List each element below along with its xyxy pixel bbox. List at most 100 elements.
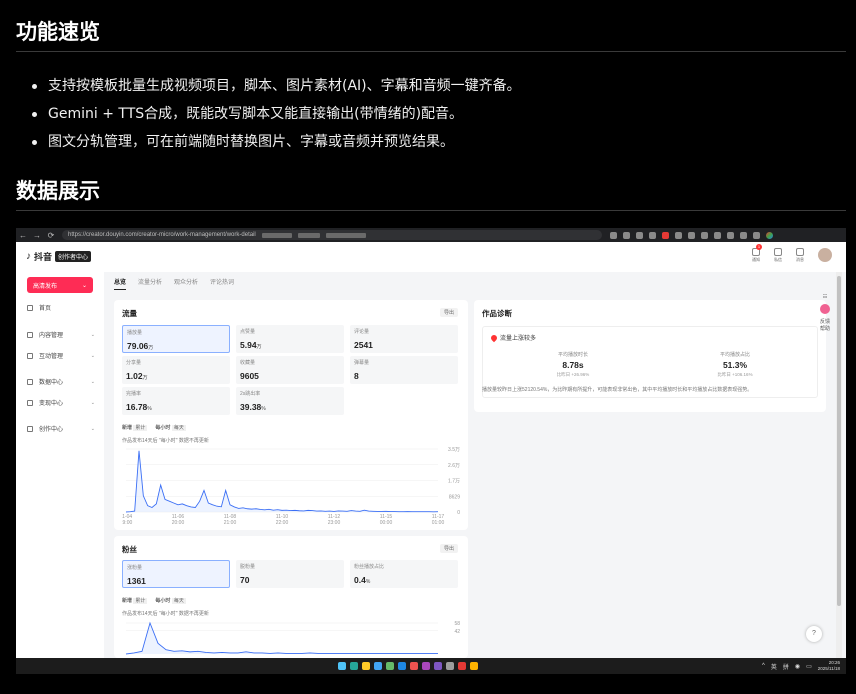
menu-icon[interactable] (753, 231, 760, 239)
tab-comment-words[interactable]: 评论热词 (210, 277, 234, 289)
app-icon[interactable] (410, 662, 418, 670)
message-button[interactable]: 私信 (774, 248, 782, 263)
profile-icon[interactable] (740, 231, 747, 239)
metric-value: 2541 (354, 340, 373, 350)
back-icon[interactable]: ← (16, 231, 30, 240)
notification-button[interactable]: 1 通知 (752, 244, 762, 263)
metric-label: 脱粉量 (240, 564, 256, 570)
metric-new-fans[interactable]: 涨粉量 1361 (122, 560, 230, 588)
extension-icon[interactable] (688, 231, 695, 239)
address-bar[interactable]: https://creator.douyin.com/creator-micro… (62, 230, 602, 240)
assistant-icon[interactable] (820, 304, 830, 314)
battery-icon[interactable]: ▭ (806, 663, 812, 670)
stat-compare: 比昨日 +106.16% (717, 372, 753, 377)
metric-shares[interactable]: 分享量 1.02万 (122, 356, 230, 384)
music-note-icon: ♪ (26, 251, 31, 262)
sidebar-item-data[interactable]: 数据中心 ⌄ (27, 377, 95, 386)
app-icon[interactable] (458, 662, 466, 670)
avatar[interactable] (818, 248, 832, 262)
help-button[interactable]: ? (806, 626, 822, 642)
chevron-down-icon: ⌄ (90, 378, 95, 385)
start-icon[interactable] (338, 662, 346, 670)
sidebar-item-monetize[interactable]: 变现中心 ⌄ (27, 398, 95, 407)
extension-icon[interactable] (675, 231, 682, 239)
toggle-daily[interactable]: 每天 (171, 425, 186, 431)
app-icon[interactable] (422, 662, 430, 670)
card-title: 作品诊断 (482, 309, 512, 318)
sidebar-item-create[interactable]: 创作中心 ⌄ (27, 424, 95, 433)
folder-icon[interactable] (362, 662, 370, 670)
app-icon[interactable] (398, 662, 406, 670)
export-button[interactable]: 导出 (439, 308, 458, 317)
metric-likes[interactable]: 点赞量 5.94万 (236, 325, 344, 353)
metric-completion-rate[interactable]: 完播率 16.78% (122, 387, 230, 415)
forward-icon[interactable]: → (30, 231, 44, 240)
title-divider (16, 210, 846, 211)
toggle-new[interactable]: 新增 累计 (122, 597, 148, 604)
tab-overview[interactable]: 总览 (114, 277, 127, 290)
extension-icon[interactable] (662, 231, 669, 239)
metric-bounce-rate[interactable]: 2s跳出率 39.38% (236, 387, 344, 415)
toggle-daily[interactable]: 每天 (171, 598, 186, 604)
ime-label[interactable]: 英 (771, 662, 777, 671)
metric-lost-fans[interactable]: 脱粉量 70 (236, 560, 344, 588)
browser-icon[interactable] (386, 662, 394, 670)
x-tick-label: 21:00 (224, 520, 237, 526)
metric-unit: 万 (142, 375, 148, 381)
sidebar-item-interaction[interactable]: 互动管理 ⌄ (27, 351, 95, 360)
help-label[interactable]: 帮助 (816, 325, 834, 332)
feature-item: 图文分轨管理，可在前端随时替换图片、字幕或音频并预览结果。 (30, 128, 830, 156)
feedback-icon[interactable]: ☷ (816, 294, 834, 300)
app-header: ♪ 抖音 创作者中心 1 通知 私信 消息 (16, 242, 846, 272)
export-button[interactable]: 导出 (439, 544, 458, 553)
tab-audience[interactable]: 观众分析 (174, 277, 198, 289)
app-icon[interactable] (434, 662, 442, 670)
media-icon[interactable] (727, 231, 734, 239)
y-tick-label: 8629 (449, 494, 460, 500)
feedback-label[interactable]: 反馈 (816, 318, 834, 325)
metric-favorites[interactable]: 收藏量 9605 (236, 356, 344, 384)
scrollbar[interactable] (836, 272, 842, 662)
reload-icon[interactable]: ⟳ (44, 231, 58, 240)
sidebar: 高清发布 ⌄ 首页 内容管理 ⌄ 互动管理 ⌄ 数据中心 ⌄ 变现中心 ⌄ 创作… (16, 272, 104, 674)
toggle-cumulative[interactable]: 累计 (133, 425, 148, 431)
taskbar-apps (338, 662, 478, 670)
toggle-new[interactable]: 新增 累计 (122, 424, 148, 431)
app-icon[interactable] (446, 662, 454, 670)
extension-icon[interactable] (636, 231, 643, 239)
chevron-up-icon[interactable]: ^ (762, 663, 765, 669)
ime-mode-label[interactable]: 拼 (783, 662, 789, 671)
news-button[interactable]: 消息 (796, 248, 804, 263)
douyin-logo[interactable]: ♪ 抖音 创作者中心 (26, 250, 92, 263)
stat-compare: 比昨日 +26.96% (556, 372, 590, 377)
sidebar-item-home[interactable]: 首页 (27, 303, 95, 312)
toggle-hourly[interactable]: 每小时 每天 (155, 424, 186, 431)
clock[interactable]: 20:26 2025/11/18 (818, 660, 840, 672)
redacted-url (297, 232, 320, 238)
app-icon[interactable] (374, 662, 382, 670)
metric-label: 分享量 (126, 360, 142, 366)
chrome-ai-icon[interactable] (766, 231, 773, 239)
metric-plays[interactable]: 播放量 79.06万 (122, 325, 230, 353)
extension-icon[interactable] (701, 231, 708, 239)
app-icon[interactable] (350, 662, 358, 670)
tab-traffic[interactable]: 流量分析 (138, 277, 162, 289)
bookmark-icon[interactable] (623, 231, 630, 239)
wifi-icon[interactable]: ◉ (795, 663, 800, 670)
metric-comments[interactable]: 评论量 2541 (350, 325, 458, 353)
toggle-cumulative[interactable]: 累计 (133, 598, 148, 604)
location-pin-icon (489, 333, 499, 342)
download-icon[interactable] (714, 231, 721, 239)
metric-danmaku[interactable]: 弹幕量 8 (350, 356, 458, 384)
metric-label: 点赞量 (240, 329, 256, 335)
metric-fan-play-ratio[interactable]: 粉丝播放占比 0.4% (350, 560, 458, 588)
header-actions: 1 通知 私信 消息 (752, 244, 832, 263)
diagnosis-card: 作品诊断 流量上涨较多 平均播放时长 8.78s 比昨日 +26.96% 平均播… (474, 300, 826, 412)
scrollbar-thumb[interactable] (837, 276, 841, 606)
extension-icon[interactable] (649, 231, 656, 239)
toggle-hourly[interactable]: 每小时 每天 (155, 597, 186, 604)
app-icon[interactable] (470, 662, 478, 670)
sidebar-item-content[interactable]: 内容管理 ⌄ (27, 330, 95, 339)
publish-button[interactable]: 高清发布 ⌄ (27, 277, 93, 293)
zoom-icon[interactable] (610, 231, 617, 239)
